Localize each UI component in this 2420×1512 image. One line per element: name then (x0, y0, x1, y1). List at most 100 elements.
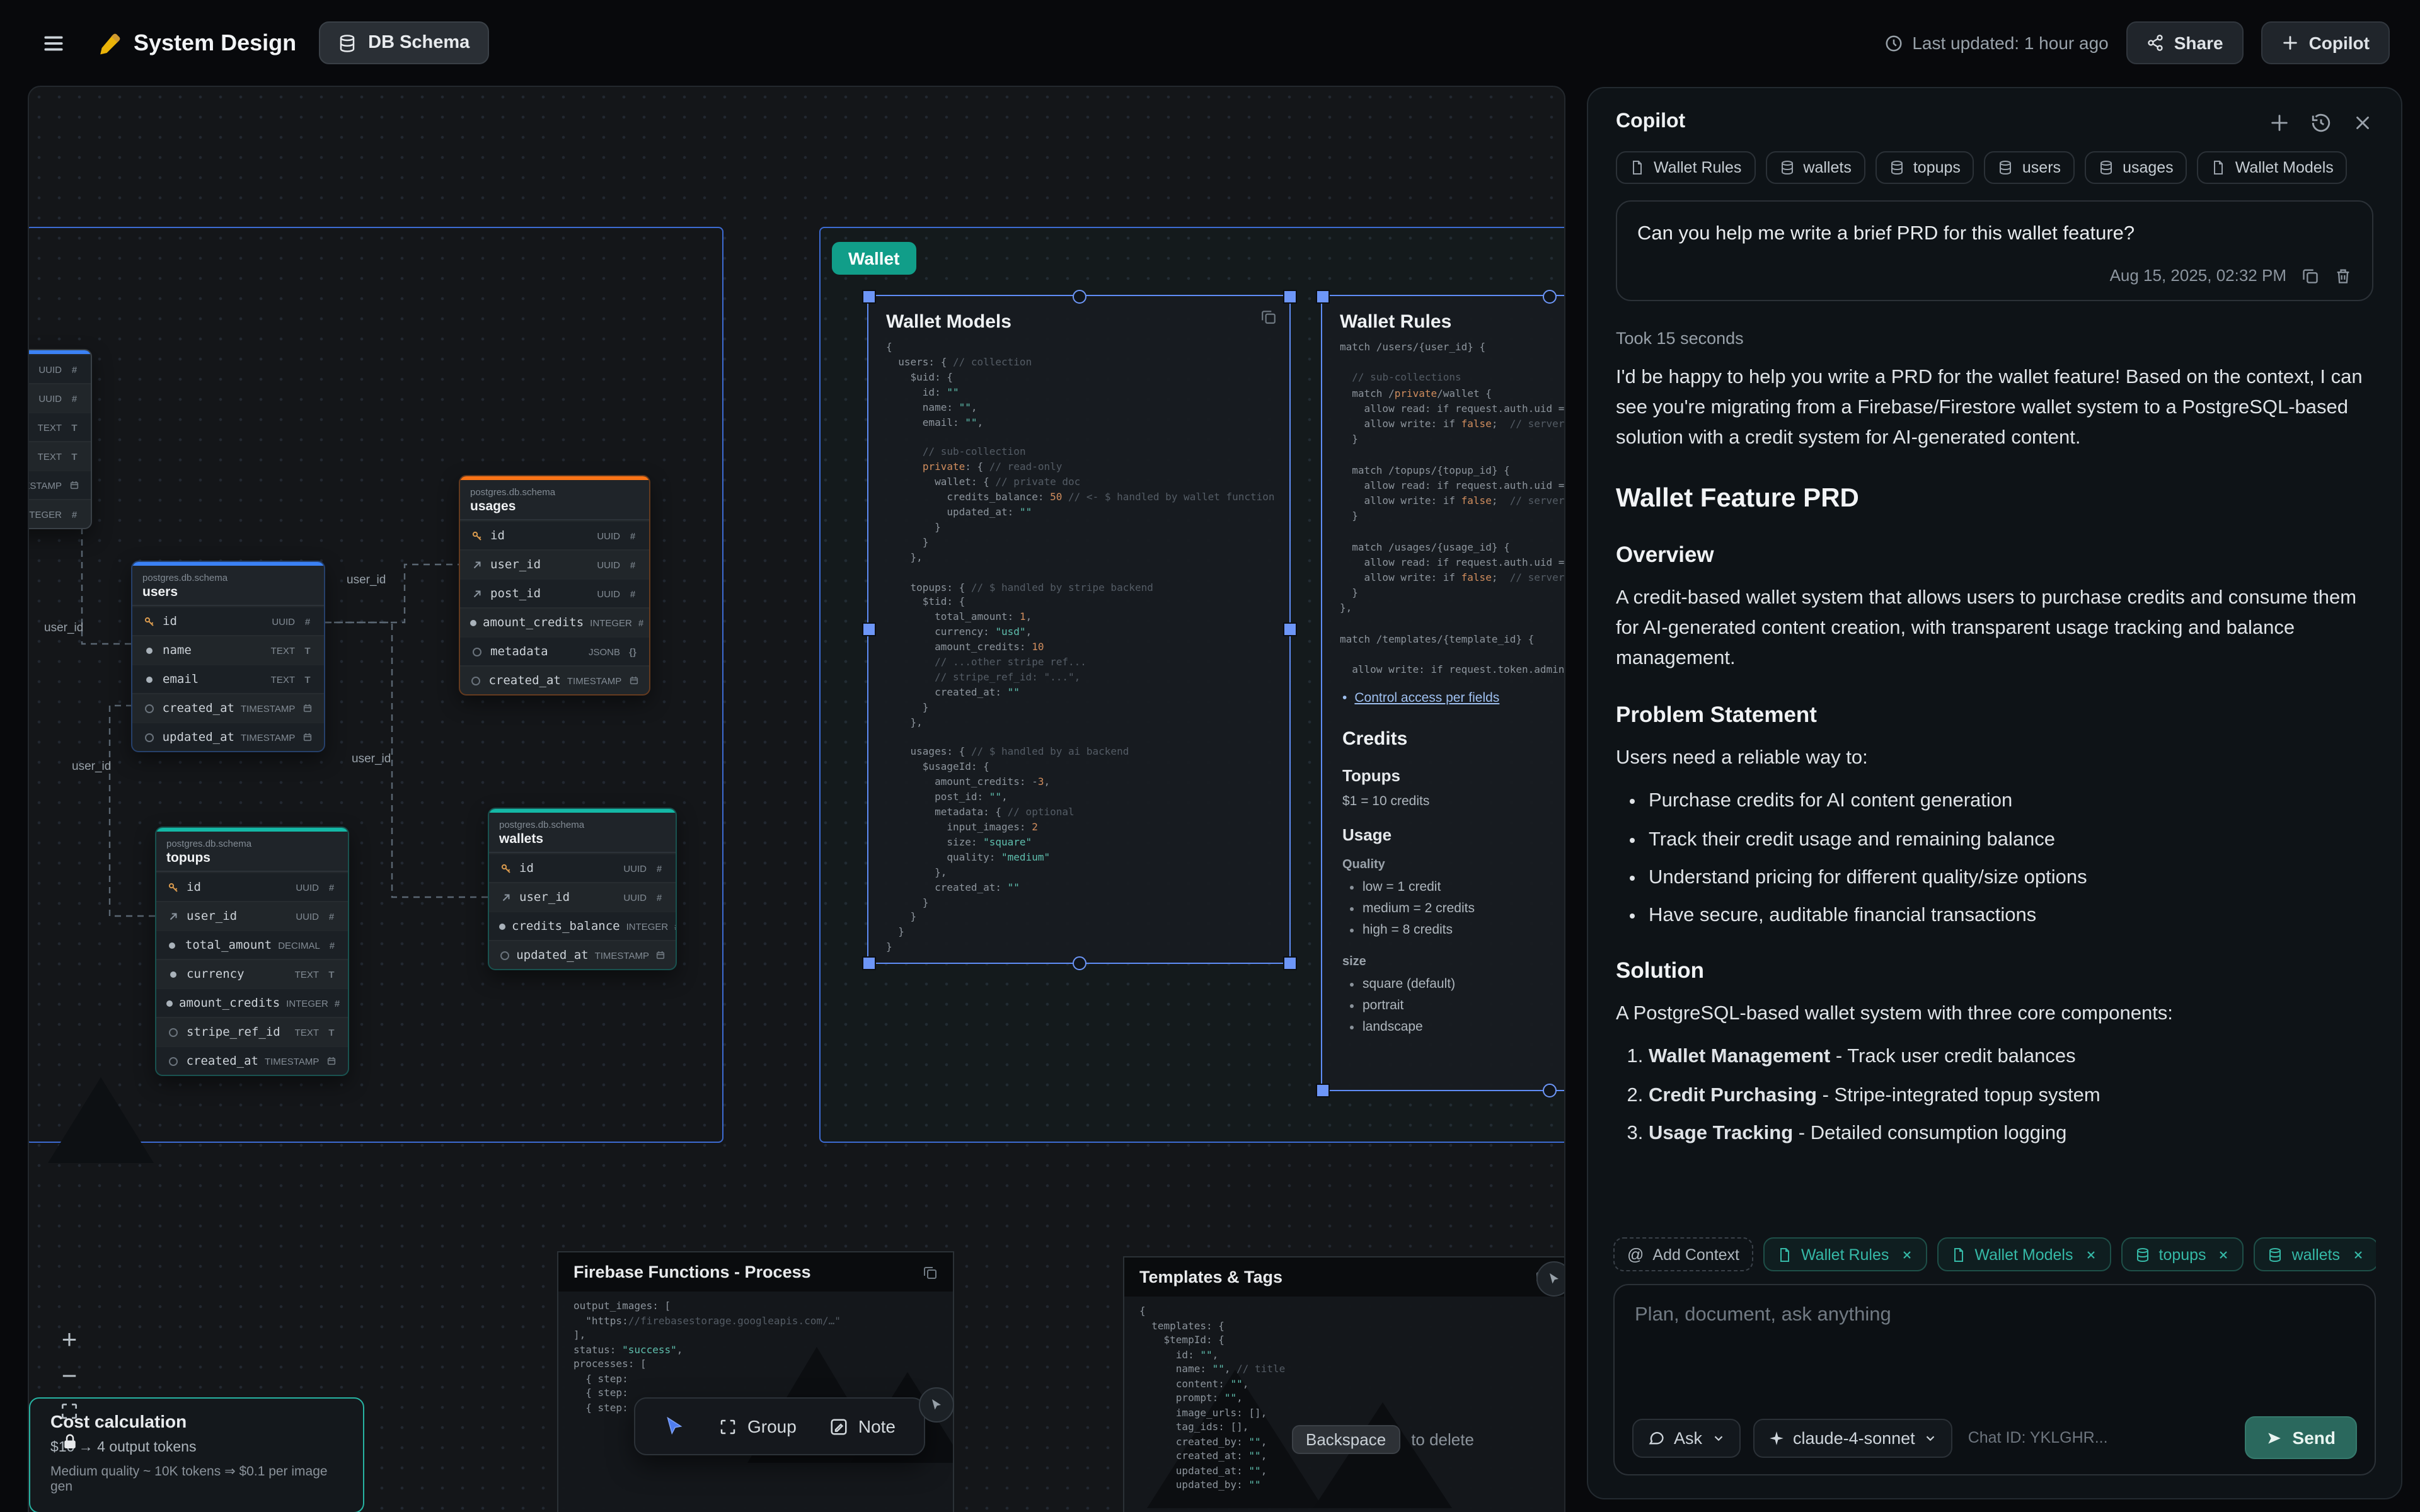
table-field-row[interactable]: updated_atTIMESTAMP (489, 940, 676, 969)
table-field-row[interactable]: emailTEXTT (132, 664, 324, 693)
control-access-link[interactable]: •Control access per fields (1342, 691, 1565, 706)
table-field-row[interactable]: created_atTIMESTAMP (460, 665, 649, 694)
chat-thread[interactable]: Wallet Rules wallets topups users usages Wall… (1588, 146, 2401, 1222)
selection-handle[interactable] (1316, 1084, 1330, 1097)
chip-label: Wallet Models (2235, 159, 2334, 176)
history-icon[interactable] (2310, 112, 2332, 133)
clock-icon (1884, 33, 1903, 52)
context-chip[interactable]: topups (1876, 151, 1974, 184)
selection-handle[interactable] (1073, 290, 1086, 304)
table-field-row[interactable]: nameTEXTT (132, 635, 324, 664)
context-chip[interactable]: Wallet Rules (1763, 1237, 1927, 1271)
note-button[interactable]: Note (817, 1407, 908, 1445)
field-type-icon: T (301, 644, 314, 656)
context-chip[interactable]: users (1985, 151, 2075, 184)
table-usages[interactable]: postgres.db.schemausages idUUID#user_idU… (459, 475, 650, 696)
selection-handle[interactable] (1283, 622, 1297, 636)
copy-icon[interactable] (2302, 267, 2319, 285)
remove-chip-icon (2218, 1248, 2230, 1261)
field-type-icon: # (325, 881, 338, 893)
tab-db-schema[interactable]: DB Schema (319, 21, 488, 64)
zoom-in-button[interactable]: + (54, 1328, 84, 1353)
pencil-icon (98, 31, 122, 55)
firebase-functions-block[interactable]: Firebase Functions - Process output_imag… (557, 1251, 954, 1512)
context-chip[interactable]: Wallet Rules (1616, 151, 1755, 184)
selection-handle[interactable] (1316, 290, 1330, 304)
cursor-mode-badge[interactable] (919, 1387, 954, 1423)
schema-canvas[interactable]: Wallet user_id user_id user_id user_id U… (28, 86, 1565, 1512)
table-field-row[interactable]: post_idUUID# (460, 578, 649, 607)
table-field-row[interactable]: total_amountDECIMAL# (156, 930, 348, 959)
context-chip[interactable]: Wallet Models (1937, 1237, 2111, 1271)
context-chip[interactable]: Wallet Models (2198, 151, 2348, 184)
wallet-rules-title: Wallet Rules (1340, 311, 1565, 333)
copilot-toggle-button[interactable]: Copilot (2261, 21, 2390, 64)
chip-label: topups (2159, 1246, 2206, 1263)
field-type: TIMESTAMP (241, 731, 295, 743)
table-field-row[interactable]: metadataJSONB{} (460, 636, 649, 665)
table-wallets[interactable]: postgres.db.schemawallets idUUID#user_id… (488, 808, 677, 970)
context-chip[interactable]: wallets (2254, 1237, 2376, 1271)
table-field-row[interactable]: created_atTIMESTAMP (132, 693, 324, 722)
wallet-rules-block[interactable]: Wallet Rules match /users/{user_id} { //… (1321, 295, 1565, 1091)
table-field-row[interactable]: idUUID# (489, 853, 676, 882)
menu-button[interactable] (30, 20, 76, 66)
table-field-row[interactable]: currencyTEXTT (156, 959, 348, 988)
table-field-row[interactable]: INTEGER# (28, 499, 91, 528)
selection-handle[interactable] (1073, 956, 1086, 970)
add-context-button[interactable]: @Add Context (1613, 1237, 1753, 1271)
zoom-out-button[interactable]: − (54, 1365, 84, 1390)
table-partial[interactable]: UUID#UUID#TEXTTTEXTTTIMESTAMPINTEGER# (28, 349, 92, 529)
selection-handle[interactable] (1543, 1084, 1557, 1097)
selection-handle[interactable] (1543, 290, 1557, 304)
ask-mode-button[interactable]: Ask (1632, 1418, 1740, 1457)
table-field-row[interactable]: TEXTT (28, 412, 91, 441)
select-tool-button[interactable] (650, 1406, 698, 1446)
table-field-row[interactable]: UUID# (28, 383, 91, 412)
wallet-models-code: { users: { // collection $uid: { id: "" … (868, 338, 1289, 958)
selection-handle[interactable] (862, 956, 876, 970)
table-field-row[interactable]: idUUID# (460, 520, 649, 549)
selection-handle[interactable] (1283, 956, 1297, 970)
context-chip[interactable]: topups (2121, 1237, 2244, 1271)
selection-handle[interactable] (862, 290, 876, 304)
table-field-row[interactable]: user_idUUID# (489, 882, 676, 911)
new-chat-icon[interactable] (2269, 112, 2290, 133)
context-chip[interactable]: usages (2085, 151, 2187, 184)
field-type: UUID (38, 364, 62, 375)
code-actions-icon[interactable] (923, 1264, 938, 1280)
table-field-row[interactable]: user_idUUID# (460, 549, 649, 578)
model-selector[interactable]: claude-4-sonnet (1753, 1418, 1953, 1457)
selection-handle[interactable] (1283, 290, 1297, 304)
table-field-row[interactable]: stripe_ref_idTEXTT (156, 1017, 348, 1046)
delete-icon[interactable] (2334, 267, 2352, 285)
wallet-models-block[interactable]: Wallet Models { users: { // collection $… (867, 295, 1291, 964)
field-type-icon (655, 950, 666, 960)
table-field-row[interactable]: amount_creditsINTEGER# (156, 988, 348, 1017)
group-button[interactable]: Group (706, 1407, 809, 1445)
code-actions-icon[interactable] (1260, 309, 1277, 325)
fit-view-icon[interactable] (59, 1401, 79, 1421)
templates-tags-block[interactable]: Templates & Tags { templates: { $tempId:… (1123, 1256, 1565, 1512)
context-chip[interactable]: wallets (1765, 151, 1865, 184)
table-field-row[interactable]: idUUID# (132, 606, 324, 635)
wallet-group-label[interactable]: Wallet (832, 242, 916, 275)
table-field-row[interactable]: user_idUUID# (156, 901, 348, 930)
close-icon[interactable] (2352, 112, 2373, 133)
send-button[interactable]: Send (2245, 1416, 2357, 1459)
table-field-row[interactable]: amount_creditsINTEGER# (460, 607, 649, 636)
table-field-row[interactable]: TIMESTAMP (28, 470, 91, 499)
table-topups[interactable]: postgres.db.schematopups idUUID#user_idU… (155, 827, 349, 1076)
selection-handle[interactable] (862, 622, 876, 636)
table-field-row[interactable]: updated_atTIMESTAMP (132, 722, 324, 751)
table-field-row[interactable]: idUUID# (156, 872, 348, 901)
table-field-row[interactable]: created_atTIMESTAMP (156, 1046, 348, 1075)
composer-input[interactable] (1632, 1302, 2357, 1416)
lock-icon[interactable] (60, 1433, 79, 1452)
table-field-row[interactable]: TEXTT (28, 441, 91, 470)
bullet-item: Understand pricing for different quality… (1649, 863, 2373, 893)
table-field-row[interactable]: credits_balanceINTEGER# (489, 911, 676, 940)
table-users[interactable]: postgres.db.schemausers idUUID#nameTEXTT… (131, 561, 325, 752)
table-field-row[interactable]: UUID# (28, 354, 91, 383)
share-button[interactable]: Share (2126, 21, 2244, 64)
